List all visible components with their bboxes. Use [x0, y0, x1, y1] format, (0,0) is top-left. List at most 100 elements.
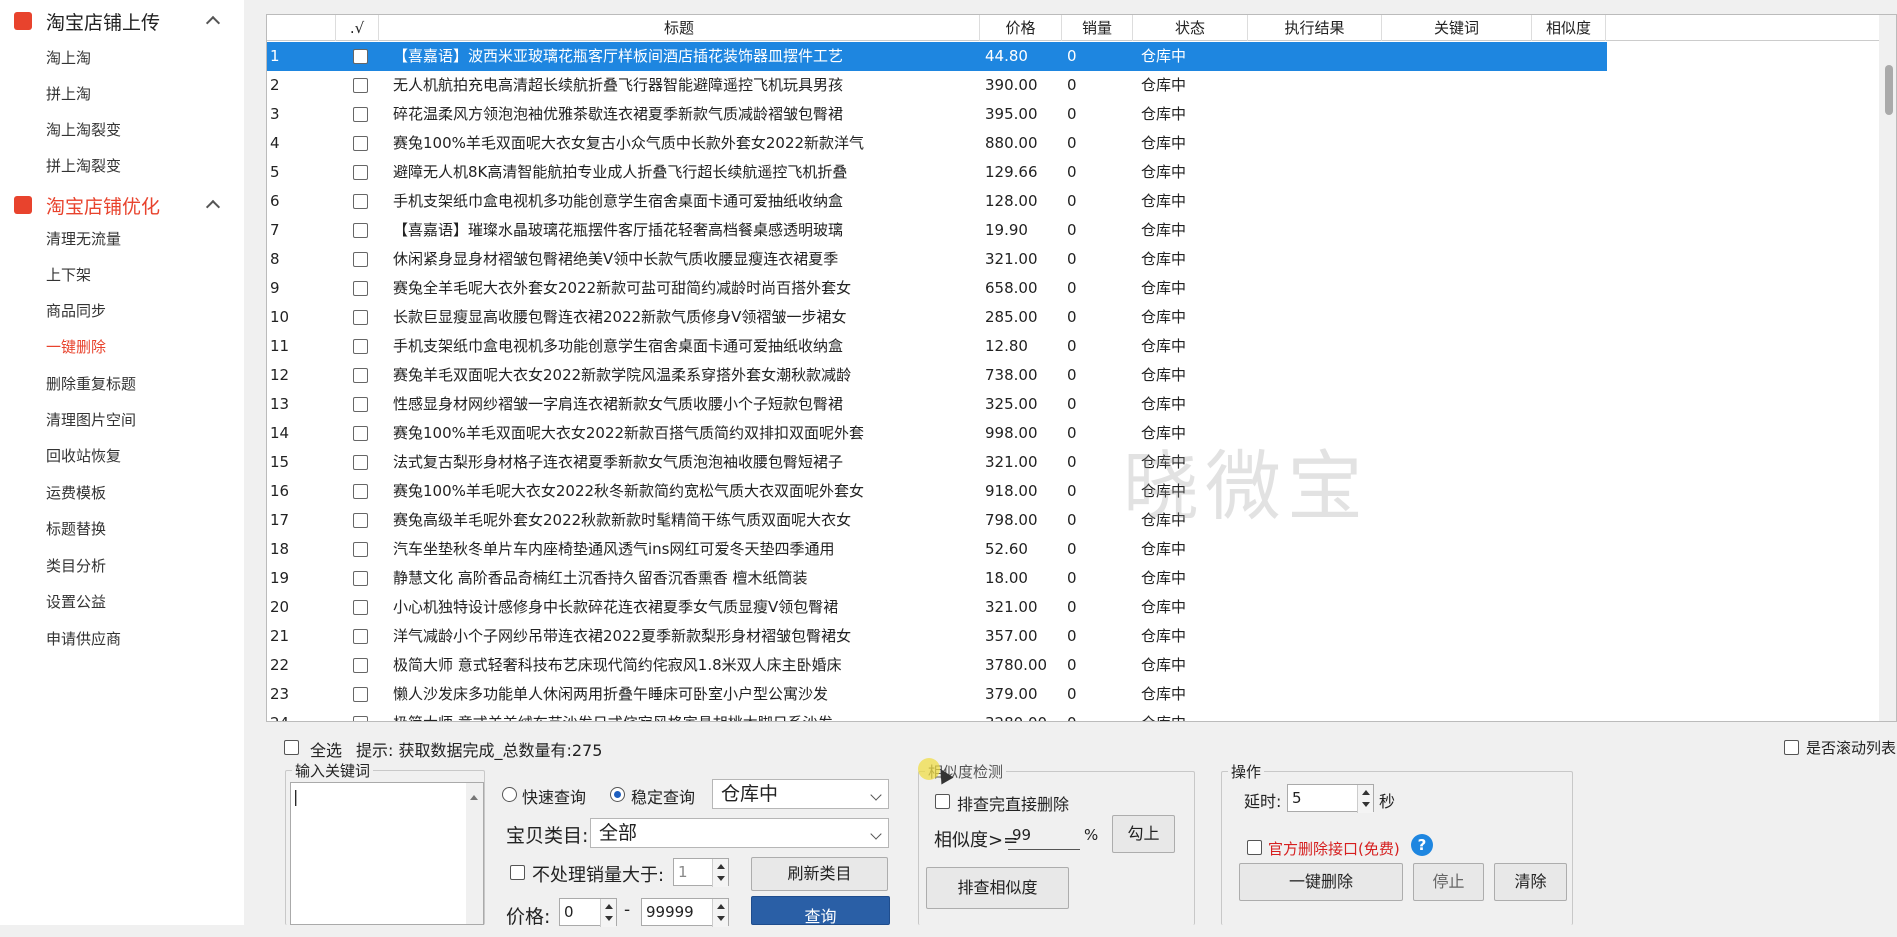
section-shop-upload[interactable]: 淘宝店铺上传 — [0, 0, 244, 42]
sidebar-item-active[interactable]: 一键删除 — [46, 329, 236, 365]
table-row[interactable]: 21 洋气减龄小个子网纱吊带连衣裙2022夏季新款梨形身材褶皱包臀裙女 357.00… — [267, 622, 1607, 651]
row-checkbox[interactable] — [353, 368, 368, 383]
row-checkbox[interactable] — [353, 252, 368, 267]
table-row[interactable]: 7 【喜嘉语】璀璨水晶玻璃花瓶摆件客厅插花轻奢高档餐桌感透明玻璃 19.90 0 仓库中 — [267, 216, 1607, 245]
row-checkbox[interactable] — [353, 194, 368, 209]
status-select[interactable]: 仓库中 — [712, 779, 889, 809]
select-all-checkbox[interactable] — [284, 740, 299, 755]
table-row[interactable]: 17 赛兔高级羊毛呢外套女2022秋款新款时髦精简干练气质双面呢大衣女 798.00… — [267, 506, 1607, 535]
row-checkbox[interactable] — [353, 339, 368, 354]
table-row[interactable]: 3 碎花温柔风方领泡泡袖优雅茶歇连衣裙夏季新款气质减龄褶皱包臀裙 395.00 0 仓库… — [267, 100, 1607, 129]
row-checkbox[interactable] — [353, 600, 368, 615]
table-row[interactable]: 9 赛兔全羊毛呢大衣外套女2022新款可盐可甜简约减龄时尚百搭外套女 658.00 0… — [267, 274, 1607, 303]
table-row[interactable]: 1 【喜嘉语】波西米亚玻璃花瓶客厅样板间酒店插花装饰器皿摆件工艺 44.80 0 仓库中 — [267, 42, 1607, 71]
delay-spinner[interactable] — [1357, 785, 1373, 813]
price-max-spinner[interactable] — [712, 899, 728, 927]
section-shop-optimize[interactable]: 淘宝店铺优化 — [0, 184, 244, 226]
row-checkbox[interactable] — [353, 716, 368, 721]
table-scrollbar[interactable] — [1879, 15, 1896, 721]
price-min-input[interactable]: 0 — [559, 898, 617, 927]
sidebar-item[interactable]: 设置公益 — [46, 584, 236, 620]
sidebar-item[interactable]: 清理图片空间 — [46, 402, 236, 438]
row-checkbox[interactable] — [353, 658, 368, 673]
category-select[interactable]: 全部 — [590, 818, 889, 848]
col-header-price[interactable]: 价格 — [980, 15, 1062, 41]
row-checkbox[interactable] — [353, 136, 368, 151]
table-row[interactable]: 12 赛兔羊毛双面呢大衣女2022新款学院风温柔系穿搭外套女潮秋款减龄 738.00… — [267, 361, 1607, 390]
sidebar-item[interactable]: 类目分析 — [46, 548, 236, 584]
query-button[interactable]: 查询 — [751, 896, 890, 926]
row-checkbox[interactable] — [353, 397, 368, 412]
row-checkbox[interactable] — [353, 165, 368, 180]
one-click-delete-button[interactable]: 一键删除 — [1239, 863, 1403, 901]
sidebar-item[interactable]: 回收站恢复 — [46, 438, 236, 474]
sidebar-item[interactable]: 运费模板 — [46, 475, 236, 511]
price-min-spinner[interactable] — [600, 899, 616, 927]
table-row[interactable]: 24 极简大师 意式羊羔绒布艺沙发日式侘寂风格家具胡桃木脚日系沙发 3280.00 0… — [267, 709, 1607, 721]
price-max-input[interactable]: 99999 — [641, 898, 729, 927]
delay-input[interactable]: 5 — [1287, 784, 1374, 813]
stable-query-radio[interactable] — [610, 787, 625, 802]
keyword-scrollbar[interactable] — [466, 783, 483, 924]
official-delete-checkbox[interactable] — [1247, 840, 1262, 855]
chevron-up-icon[interactable] — [205, 15, 221, 31]
sidebar-item[interactable]: 清理无流量 — [46, 221, 236, 257]
no-sales-checkbox[interactable] — [510, 865, 525, 880]
arrow-up-icon[interactable] — [470, 795, 478, 800]
no-sales-input[interactable]: 1 — [673, 858, 729, 887]
similarity-input[interactable]: 99 — [1008, 822, 1080, 850]
sidebar-item[interactable]: 拼上淘 — [46, 76, 236, 112]
table-row[interactable]: 22 极简大师 意式轻奢科技布艺床现代简约侘寂风1.8米双人床主卧婚床 3780.0… — [267, 651, 1607, 680]
row-checkbox[interactable] — [353, 629, 368, 644]
stop-button[interactable]: 停止 — [1413, 863, 1484, 901]
sidebar-item[interactable]: 删除重复标题 — [46, 366, 236, 402]
help-icon[interactable]: ? — [1411, 834, 1433, 856]
check-similarity-button[interactable]: 排查相似度 — [926, 867, 1069, 909]
table-row[interactable]: 8 休闲紧身显身材褶皱包臀裙绝美V领中长款气质收腰显瘦连衣裙夏季 321.00 0 仓库… — [267, 245, 1607, 274]
keyword-textarea[interactable]: | — [290, 782, 484, 925]
col-header-status[interactable]: 状态 — [1133, 15, 1248, 41]
col-header-title[interactable]: 标题 — [379, 15, 980, 41]
row-checkbox[interactable] — [353, 281, 368, 296]
scrollbar-thumb[interactable] — [1885, 65, 1893, 115]
col-header-result[interactable]: 执行结果 — [1248, 15, 1382, 41]
table-row[interactable]: 15 法式复古梨形身材格子连衣裙夏季新款女气质泡泡袖收腰包臀短裙子 321.00 0 仓… — [267, 448, 1607, 477]
row-checkbox[interactable] — [353, 223, 368, 238]
sidebar-item[interactable]: 淘上淘 — [46, 40, 236, 76]
col-header-check[interactable]: .√ — [336, 15, 379, 41]
row-checkbox[interactable] — [353, 49, 368, 64]
sidebar-item[interactable]: 淘上淘裂变 — [46, 112, 236, 148]
row-checkbox[interactable] — [353, 513, 368, 528]
row-checkbox[interactable] — [353, 687, 368, 702]
check-button[interactable]: 勾上 — [1112, 815, 1175, 853]
chevron-up-icon[interactable] — [205, 199, 221, 215]
row-checkbox[interactable] — [353, 571, 368, 586]
table-row[interactable]: 6 手机支架纸巾盒电视机多功能创意学生宿舍桌面卡通可爱抽纸收纳盒 128.00 0 仓库… — [267, 187, 1607, 216]
table-row[interactable]: 16 赛兔100%羊毛呢大衣女2022秋冬新款简约宽松气质大衣双面呢外套女 918.… — [267, 477, 1607, 506]
table-row[interactable]: 13 性感显身材网纱褶皱一字肩连衣裙新款女气质收腰小个子短款包臀裙 325.00 0 仓… — [267, 390, 1607, 419]
table-row[interactable]: 11 手机支架纸巾盒电视机多功能创意学生宿舍桌面卡通可爱抽纸收纳盒 12.80 0 仓库… — [267, 332, 1607, 361]
table-row[interactable]: 14 赛兔100%羊毛双面呢大衣女2022新款百搭气质简约双排扣双面呢外套 998.… — [267, 419, 1607, 448]
no-sales-spinner[interactable] — [712, 859, 728, 887]
sidebar-item[interactable]: 上下架 — [46, 257, 236, 293]
table-row[interactable]: 19 静慧文化 高阶香品奇楠红土沉香持久留香沉香熏香 檀木纸筒装 18.00 0 仓库中 — [267, 564, 1607, 593]
delete-after-check-checkbox[interactable] — [935, 794, 950, 809]
auto-scroll-checkbox[interactable] — [1784, 740, 1799, 755]
sidebar-item[interactable]: 拼上淘裂变 — [46, 148, 236, 184]
col-header-similarity[interactable]: 相似度 — [1532, 15, 1606, 41]
table-row[interactable]: 2 无人机航拍充电高清超长续航折叠飞行器智能避障遥控飞机玩具男孩 390.00 0 仓库… — [267, 71, 1607, 100]
sidebar-item[interactable]: 申请供应商 — [46, 621, 236, 657]
col-header-keyword[interactable]: 关键词 — [1382, 15, 1532, 41]
refresh-category-button[interactable]: 刷新类目 — [751, 857, 888, 891]
clear-button[interactable]: 清除 — [1494, 863, 1567, 901]
col-header-sales[interactable]: 销量 — [1062, 15, 1133, 41]
row-checkbox[interactable] — [353, 455, 368, 470]
quick-query-radio[interactable] — [502, 787, 517, 802]
sidebar-item[interactable]: 商品同步 — [46, 293, 236, 329]
table-row[interactable]: 4 赛兔100%羊毛双面呢大衣女复古小众气质中长款外套女2022新款洋气 880.0… — [267, 129, 1607, 158]
row-checkbox[interactable] — [353, 310, 368, 325]
row-checkbox[interactable] — [353, 542, 368, 557]
sidebar-item[interactable]: 标题替换 — [46, 511, 236, 547]
row-checkbox[interactable] — [353, 426, 368, 441]
table-row[interactable]: 20 小心机独特设计感修身中长款碎花连衣裙夏季女气质显瘦V领包臀裙 321.00 0 仓… — [267, 593, 1607, 622]
